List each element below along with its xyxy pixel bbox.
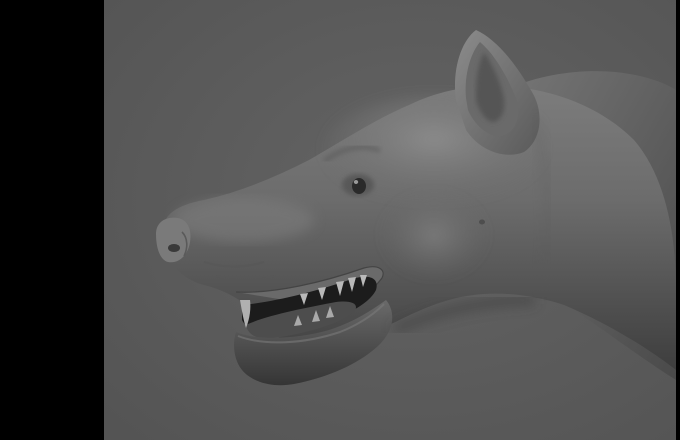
render-frame xyxy=(0,0,680,440)
cheek-highlight xyxy=(379,190,489,280)
cheek-dimple xyxy=(479,219,485,225)
muzzle-highlight xyxy=(174,198,314,242)
nostril xyxy=(168,244,180,252)
viewport xyxy=(104,0,676,440)
eye xyxy=(352,178,366,194)
letterbox-left xyxy=(0,0,104,440)
sculpt-render xyxy=(104,0,676,440)
eye-highlight xyxy=(353,180,359,184)
letterbox-right xyxy=(676,0,680,440)
